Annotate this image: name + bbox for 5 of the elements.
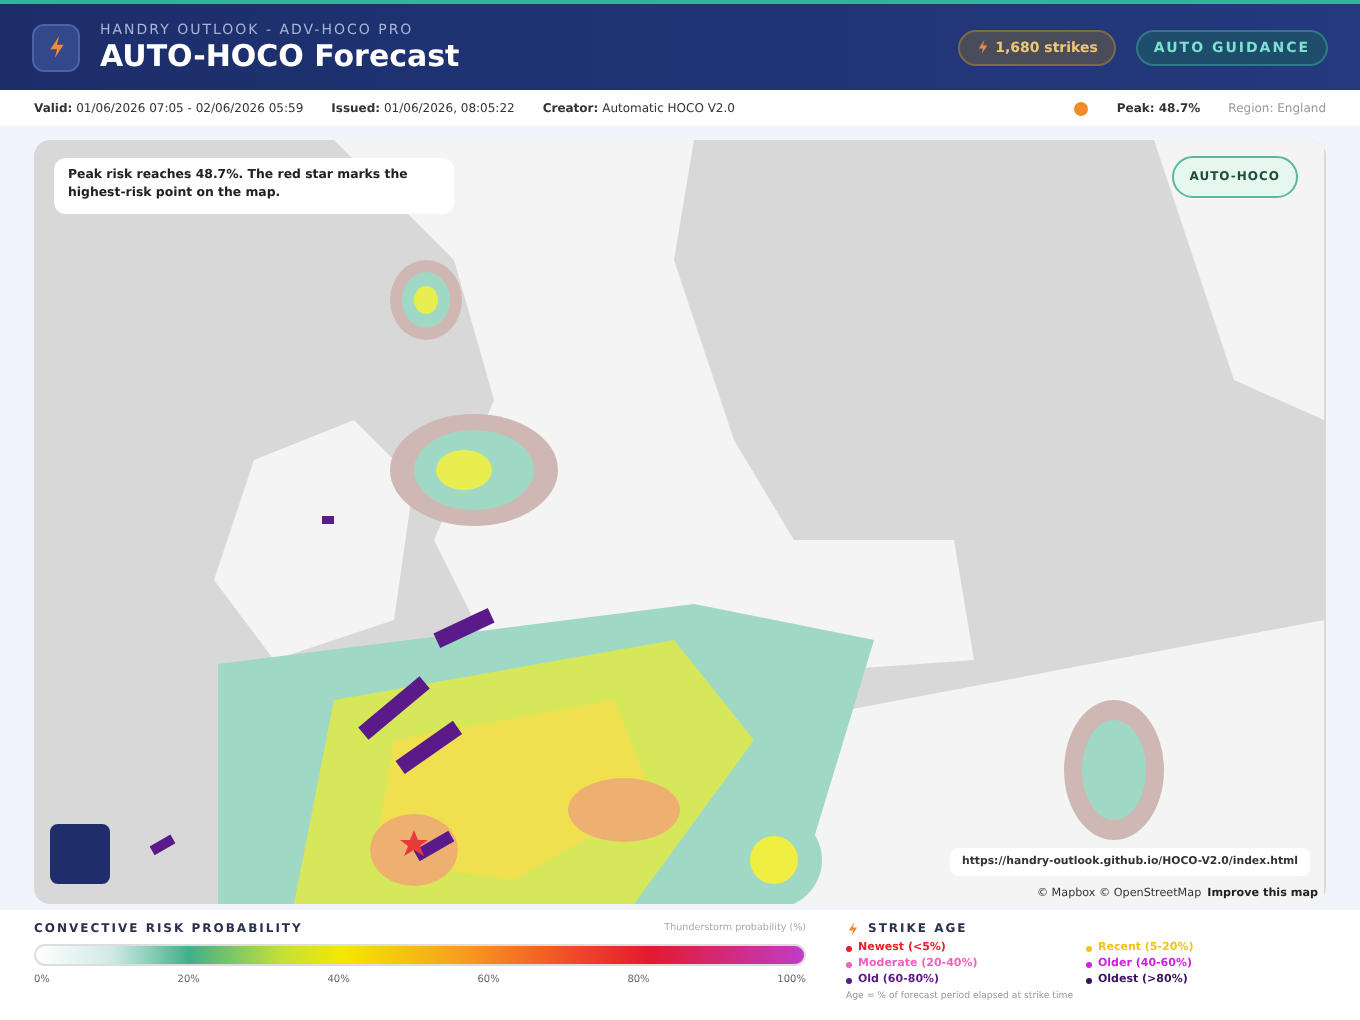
lightning-icon [975, 40, 990, 54]
lightning-icon [45, 36, 67, 58]
app-title: AUTO-HOCO Forecast [100, 37, 462, 73]
lightning-icon [846, 922, 860, 936]
brand-logo [50, 824, 110, 884]
